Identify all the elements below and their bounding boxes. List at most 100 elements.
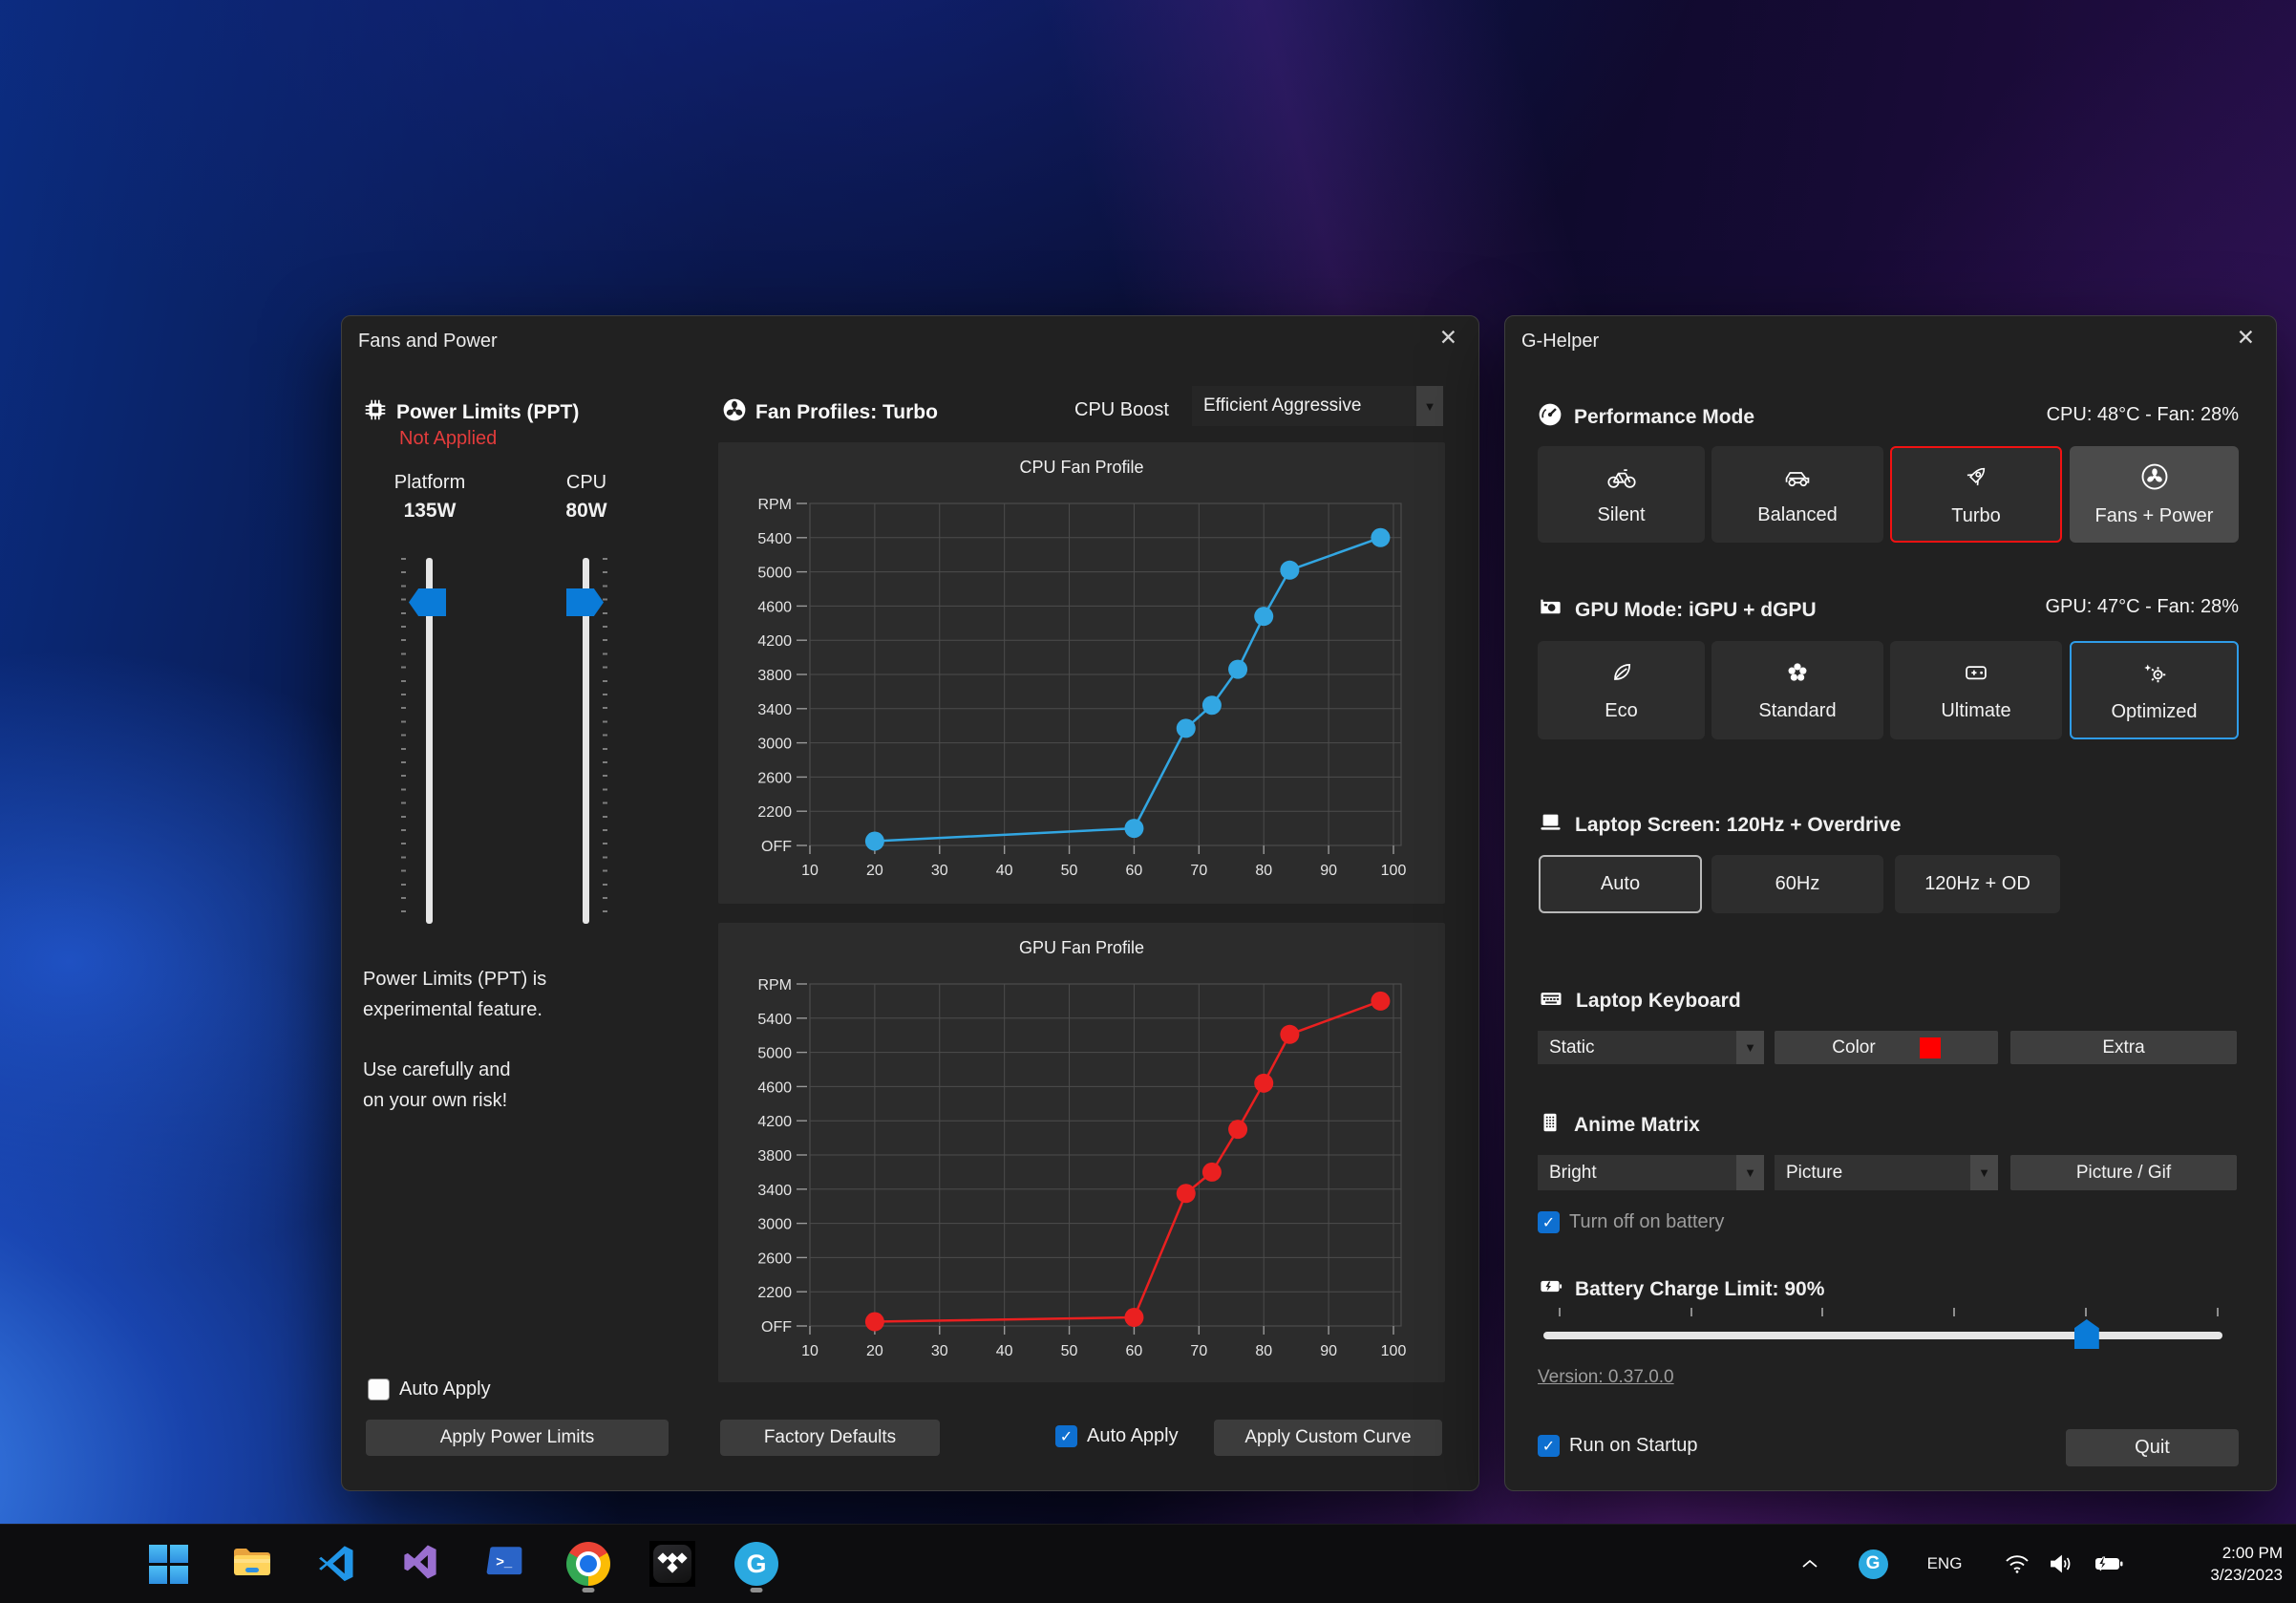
taskbar-g-helper[interactable]: G xyxy=(726,1533,787,1594)
mode-tile-silent[interactable]: Silent xyxy=(1538,446,1705,543)
apply-power-limits-button[interactable]: Apply Power Limits xyxy=(366,1420,669,1456)
curve-auto-apply-row: ✓ Auto Apply xyxy=(1055,1425,1179,1447)
power-auto-apply-row: Auto Apply xyxy=(368,1379,491,1400)
gpu-tile-eco[interactable]: Eco xyxy=(1538,641,1705,739)
mode-tile-balanced[interactable]: Balanced xyxy=(1711,446,1883,543)
cpu-slider-thumb[interactable] xyxy=(566,588,604,616)
gpu-tile-label: Optimized xyxy=(2111,701,2197,723)
curve-auto-apply-checkbox[interactable]: ✓ xyxy=(1055,1425,1077,1447)
taskbar-visual-studio[interactable] xyxy=(390,1533,451,1594)
picture-gif-button[interactable]: Picture / Gif xyxy=(2010,1155,2237,1190)
run-on-startup-label: Run on Startup xyxy=(1569,1435,1698,1457)
battery-limit-title: Battery Charge Limit: 90% xyxy=(1575,1278,1824,1301)
taskbar-terminal[interactable]: >_ xyxy=(474,1533,535,1594)
turn-off-on-battery-label: Turn off on battery xyxy=(1569,1211,1724,1233)
tray-language[interactable]: ENG xyxy=(1918,1525,1971,1603)
svg-text:5000: 5000 xyxy=(757,566,792,582)
taskbar-vscode[interactable] xyxy=(306,1533,367,1594)
svg-text:30: 30 xyxy=(931,1343,948,1359)
taskbar-tidal[interactable] xyxy=(642,1533,703,1594)
close-icon[interactable]: ✕ xyxy=(2237,327,2255,349)
anime-matrix-title: Anime Matrix xyxy=(1574,1114,1700,1137)
svg-text:3000: 3000 xyxy=(757,1217,792,1233)
svg-text:5000: 5000 xyxy=(757,1046,792,1062)
close-icon[interactable]: ✕ xyxy=(1439,327,1457,349)
cpu-chip-icon xyxy=(363,397,388,428)
anime-matrix-header: Anime Matrix xyxy=(1538,1110,1700,1141)
svg-text:20: 20 xyxy=(866,863,883,879)
keyboard-mode-dropdown[interactable]: Static ▼ xyxy=(1538,1031,1764,1064)
power-limits-header: Power Limits (PPT) xyxy=(363,397,579,428)
battery-bolt-icon xyxy=(1538,1273,1563,1305)
gpu-tile-label: Eco xyxy=(1605,700,1637,722)
mode-tile-fans-power[interactable]: Fans + Power xyxy=(2070,446,2239,543)
desktop-wallpaper: Fans and Power ✕ Power Limits (PPT) Not … xyxy=(0,0,2296,1603)
dropdown-arrow-icon[interactable]: ▼ xyxy=(1416,386,1443,426)
mode-tile-turbo[interactable]: Turbo xyxy=(1890,446,2062,543)
svg-text:OFF: OFF xyxy=(761,1319,792,1336)
matrix-running-dropdown[interactable]: Picture ▼ xyxy=(1775,1155,1998,1190)
taskbar-chrome[interactable] xyxy=(558,1533,619,1594)
battery-slider-track[interactable] xyxy=(1543,1332,2222,1339)
dropdown-arrow-icon[interactable]: ▼ xyxy=(1736,1155,1764,1190)
wifi-icon[interactable] xyxy=(1998,1525,2036,1603)
dropdown-arrow-icon[interactable]: ▼ xyxy=(1970,1155,1998,1190)
factory-defaults-button[interactable]: Factory Defaults xyxy=(720,1420,940,1456)
tray-g-helper-icon[interactable]: G xyxy=(1857,1525,1889,1603)
cpu-boost-value: Efficient Aggressive xyxy=(1203,395,1361,417)
dropdown-arrow-icon[interactable]: ▼ xyxy=(1736,1031,1764,1064)
svg-text:4600: 4600 xyxy=(757,599,792,615)
tray-chevron-up-icon[interactable] xyxy=(1794,1525,1826,1603)
tray-clock[interactable]: 2:00 PM 3/23/2023 xyxy=(2210,1525,2283,1603)
svg-text:2600: 2600 xyxy=(757,1250,792,1267)
turn-off-on-battery-checkbox[interactable]: ✓ xyxy=(1538,1211,1560,1233)
screen-option-auto[interactable]: Auto xyxy=(1539,855,1702,913)
visual-studio-icon xyxy=(400,1542,440,1587)
keyboard-extra-button[interactable]: Extra xyxy=(2010,1031,2237,1064)
matrix-brightness-value: Bright xyxy=(1549,1163,1597,1184)
windows-start-icon xyxy=(149,1545,188,1584)
battery-limit-header: Battery Charge Limit: 90% xyxy=(1538,1273,1824,1305)
cpu-fan-chart[interactable]: RPM540050004600420038003400300026002200O… xyxy=(718,442,1445,904)
cpu-boost-dropdown[interactable]: Efficient Aggressive ▼ xyxy=(1192,386,1443,426)
gpu-fan-chart[interactable]: RPM540050004600420038003400300026002200O… xyxy=(718,923,1445,1382)
svg-text:60: 60 xyxy=(1126,1343,1143,1359)
fans-and-power-window: Fans and Power ✕ Power Limits (PPT) Not … xyxy=(341,315,1479,1491)
screen-option-120hz-od[interactable]: 120Hz + OD xyxy=(1895,855,2060,913)
battery-slider-thumb[interactable] xyxy=(2074,1319,2099,1349)
taskbar-windows-start[interactable] xyxy=(138,1533,199,1594)
screen-option-60hz[interactable]: 60Hz xyxy=(1711,855,1883,913)
running-indicator xyxy=(751,1588,763,1592)
power-limits-status: Not Applied xyxy=(399,428,497,450)
cpu-slider-ticks xyxy=(603,558,607,924)
matrix-brightness-dropdown[interactable]: Bright ▼ xyxy=(1538,1155,1764,1190)
curve-auto-apply-label: Auto Apply xyxy=(1087,1425,1179,1447)
performance-mode-header: Performance Mode xyxy=(1538,402,1754,433)
platform-slider-thumb[interactable] xyxy=(409,588,446,616)
gpu-tile-standard[interactable]: Standard xyxy=(1711,641,1883,739)
keyboard-color-button[interactable]: Color xyxy=(1775,1031,1998,1064)
svg-text:OFF: OFF xyxy=(761,839,792,855)
battery-slider-tick xyxy=(2217,1308,2219,1316)
gpu-tile-label: Standard xyxy=(1758,700,1836,722)
version-link[interactable]: Version: 0.37.0.0 xyxy=(1538,1367,1674,1388)
power-auto-apply-label: Auto Apply xyxy=(399,1379,491,1400)
svg-text:50: 50 xyxy=(1061,1343,1078,1359)
gpu-tile-ultimate[interactable]: Ultimate xyxy=(1890,641,2062,739)
gpu-tile-optimized[interactable]: Optimized xyxy=(2070,641,2239,739)
run-on-startup-checkbox[interactable]: ✓ xyxy=(1538,1435,1560,1457)
taskbar-file-explorer[interactable] xyxy=(222,1533,283,1594)
sparkle-gear-icon xyxy=(2140,658,2169,693)
quit-button[interactable]: Quit xyxy=(2066,1429,2239,1466)
svg-text:60: 60 xyxy=(1126,863,1143,879)
svg-text:3400: 3400 xyxy=(757,1183,792,1199)
svg-text:40: 40 xyxy=(996,863,1013,879)
fan-icon xyxy=(2140,462,2169,497)
battery-icon[interactable] xyxy=(2088,1525,2130,1603)
battery-slider-tick xyxy=(1690,1308,1692,1316)
keyboard-mode-value: Static xyxy=(1549,1037,1595,1058)
apply-custom-curve-button[interactable]: Apply Custom Curve xyxy=(1214,1420,1442,1456)
volume-icon[interactable] xyxy=(2042,1525,2080,1603)
gpu-card-icon xyxy=(1538,594,1563,626)
power-auto-apply-checkbox[interactable] xyxy=(368,1379,390,1400)
